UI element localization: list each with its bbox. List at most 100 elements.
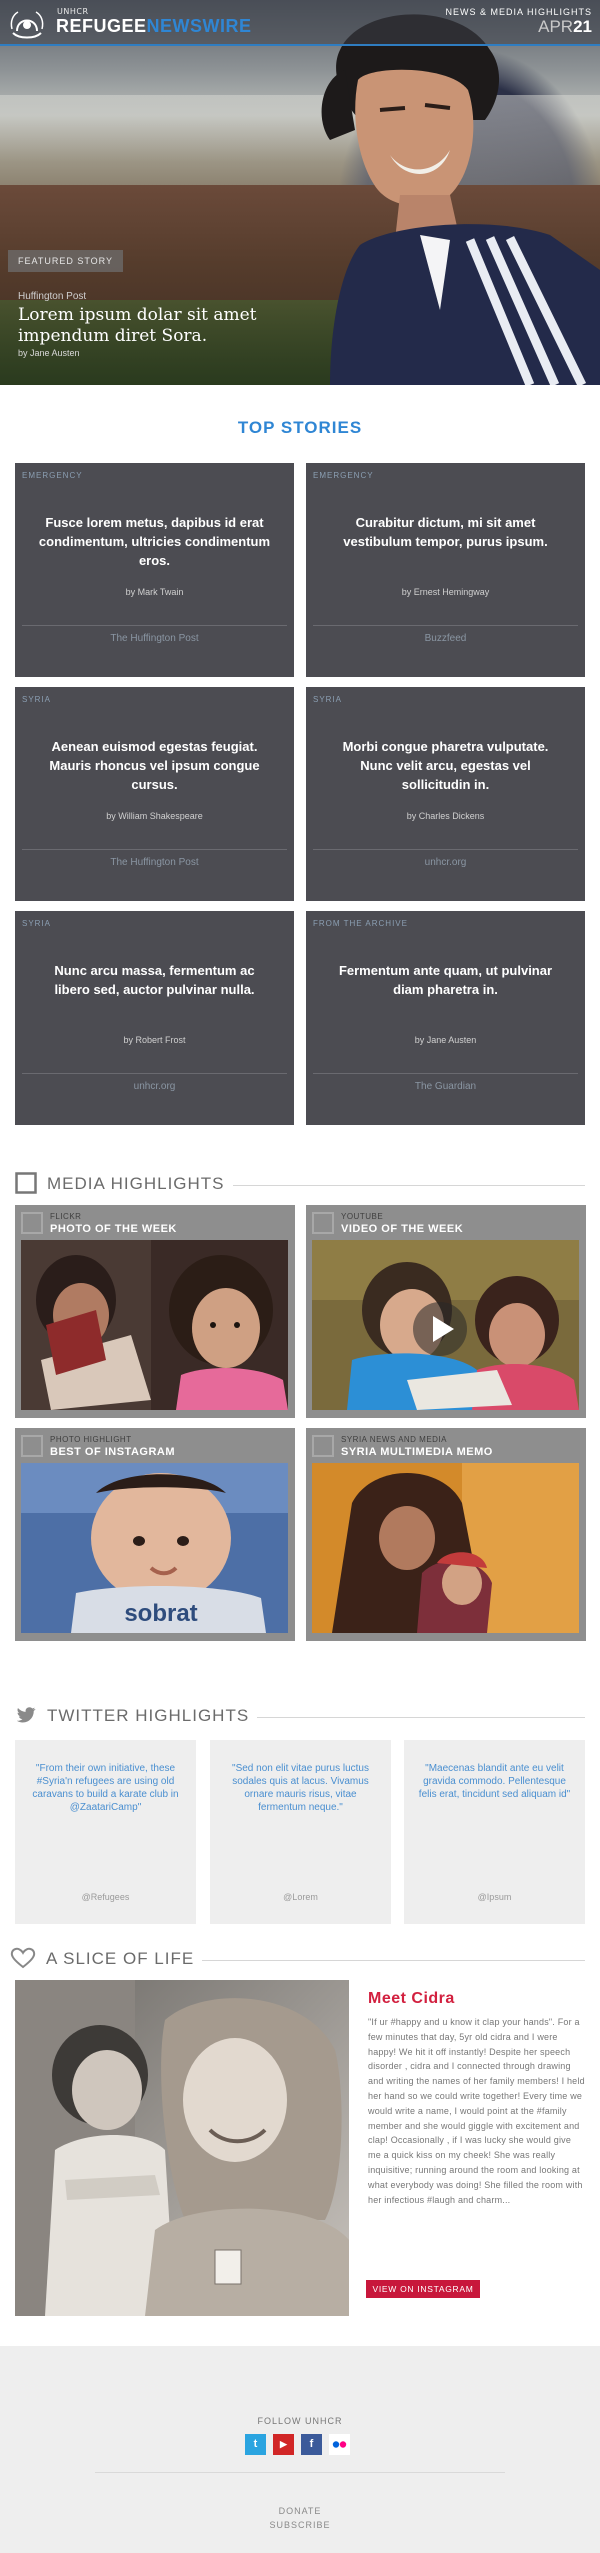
story-title[interactable]: Morbi congue pharetra vulputate. Nunc ve… [328,737,563,794]
media-card-photo-of-week[interactable]: FLICKR PHOTO OF THE WEEK [15,1205,295,1418]
divider [22,625,287,626]
media-square-icon [312,1435,334,1457]
twitter-bird-icon [16,1707,36,1723]
divider [22,1073,287,1074]
featured-title[interactable]: Lorem ipsum dolar sit amet impendum dire… [18,305,298,347]
photo-baby[interactable]: sobrat [21,1463,288,1633]
issue-date: APR21 [445,17,592,37]
story-byline: by Ernest Hemingway [401,587,490,597]
story-byline: by Jane Austen [414,1035,477,1045]
play-button-icon[interactable] [412,1301,468,1357]
story-card[interactable]: SYRIA Nunc arcu massa, fermentum ac libe… [15,911,294,1125]
divider [313,849,578,850]
story-source[interactable]: The Huffington Post [15,633,294,644]
view-on-instagram-button[interactable]: VIEW ON INSTAGRAM [366,2280,480,2298]
featured-story-badge: FEATURED STORY [8,250,124,272]
top-stories-heading: TOP STORIES [237,418,363,437]
story-title[interactable]: Aenean euismod egestas feugiat. Mauris r… [37,737,272,794]
story-card[interactable]: SYRIA Aenean euismod egestas feugiat. Ma… [15,687,294,901]
media-square-icon [312,1212,334,1234]
story-category: FROM THE ARCHIVE [313,919,408,928]
media-title[interactable]: PHOTO OF THE WEEK [50,1223,177,1235]
issue-day: 21 [573,17,592,36]
baby-shirt-text: sobrat [124,1600,197,1627]
youtube-icon[interactable]: ▶ [273,2434,294,2455]
media-highlights-title: MEDIA HIGHLIGHTS [47,1174,233,1194]
story-category: EMERGENCY [313,471,374,480]
footer: FOLLOW UNHCR t ▶ f DONATE SUBSCRIBE [0,2346,600,2553]
tweet-card[interactable]: "Maecenas blandit ante eu velit gravida … [404,1740,585,1924]
divider [313,1073,578,1074]
media-source: PHOTO HIGHLIGHT [50,1435,132,1444]
checkbox-square-icon [15,1172,37,1194]
divider [313,625,578,626]
slice-of-life-heading: A SLICE OF LIFE [10,1945,585,1971]
story-card[interactable]: EMERGENCY Fusce lorem metus, dapibus id … [15,463,294,677]
header-subtitle: NEWS & MEDIA HIGHLIGHTS [445,7,592,17]
media-square-icon [21,1212,43,1234]
header-bar: UNHCR REFUGEENEWSWIRE NEWS & MEDIA HIGHL… [0,0,600,46]
photo-children-reading[interactable] [21,1240,288,1410]
photo-mother-and-child[interactable] [312,1463,579,1633]
hero-banner[interactable]: UNHCR REFUGEENEWSWIRE NEWS & MEDIA HIGHL… [0,0,600,385]
story-card[interactable]: FROM THE ARCHIVE Fermentum ante quam, ut… [306,911,585,1125]
story-byline: by Mark Twain [125,587,184,597]
issue-month: APR [538,17,574,36]
media-square-icon [21,1435,43,1457]
tweet-text: "Sed non elit vitae purus luctus sodales… [232,1763,369,1813]
story-source[interactable]: The Guardian [306,1081,585,1092]
header-meta: NEWS & MEDIA HIGHLIGHTS APR21 [445,7,592,37]
story-source[interactable]: unhcr.org [306,857,585,868]
social-links: t ▶ f [245,2434,355,2456]
featured-source: Huffington Post [18,291,87,302]
media-highlights-heading: MEDIA HIGHLIGHTS [15,1170,585,1196]
subscribe-link[interactable]: SUBSCRIBE [0,2520,600,2530]
story-title[interactable]: Fusce lorem metus, dapibus id erat condi… [37,513,272,570]
tweet-handle[interactable]: @Refugees [15,1892,196,1902]
donate-link[interactable]: DONATE [0,2506,600,2516]
tweet-text: "From their own initiative, these #Syria… [32,1763,179,1813]
tweet-card[interactable]: "From their own initiative, these #Syria… [15,1740,196,1924]
media-source: YOUTUBE [341,1212,384,1221]
tweet-handle[interactable]: @Lorem [210,1892,391,1902]
story-byline: by William Shakespeare [106,811,203,821]
footer-divider [95,2472,505,2473]
heart-icon [10,1947,36,1969]
twitter-icon[interactable]: t [245,2434,266,2455]
story-card[interactable]: SYRIA Morbi congue pharetra vulputate. N… [306,687,585,901]
meet-body-text: "If ur #happy and u know it clap your ha… [368,2017,585,2205]
featured-author: by Jane Austen [18,348,80,358]
story-card[interactable]: EMERGENCY Curabitur dictum, mi sit amet … [306,463,585,677]
story-source[interactable]: The Huffington Post [15,857,294,868]
story-title[interactable]: Fermentum ante quam, ut pulvinar diam ph… [328,961,563,999]
story-category: EMERGENCY [22,471,83,480]
media-title[interactable]: VIDEO OF THE WEEK [341,1223,463,1235]
story-title[interactable]: Curabitur dictum, mi sit amet vestibulum… [328,513,563,551]
meet-title: Meet Cidra [368,1990,455,2007]
org-label: UNHCR [57,7,89,16]
tweet-card[interactable]: "Sed non elit vitae purus luctus sodales… [210,1740,391,1924]
media-card-video-of-week[interactable]: YOUTUBE VIDEO OF THE WEEK [306,1205,586,1418]
media-source: FLICKR [50,1212,82,1221]
story-title[interactable]: Nunc arcu massa, fermentum ac libero sed… [37,961,272,999]
story-source[interactable]: Buzzfeed [306,633,585,644]
twitter-highlights-title: TWITTER HIGHLIGHTS [47,1706,258,1726]
newsletter-logo[interactable]: REFUGEENEWSWIRE [56,16,252,37]
follow-label: FOLLOW UNHCR [257,2416,343,2426]
flickr-icon[interactable] [329,2434,350,2455]
unhcr-logo-icon[interactable] [9,7,45,41]
facebook-icon[interactable]: f [301,2434,322,2455]
media-card-best-of-instagram[interactable]: PHOTO HIGHLIGHT BEST OF INSTAGRAM sobrat [15,1428,295,1641]
flickr-dots-icon [332,2441,347,2448]
media-title[interactable]: BEST OF INSTAGRAM [50,1446,175,1458]
tweet-handle[interactable]: @Ipsum [404,1892,585,1902]
media-card-syria-multimedia-memo[interactable]: SYRIA NEWS AND MEDIA SYRIA MULTIMEDIA ME… [306,1428,586,1641]
story-category: SYRIA [22,919,52,928]
media-source: SYRIA NEWS AND MEDIA [341,1435,448,1444]
story-byline: by Robert Frost [123,1035,186,1045]
media-title[interactable]: SYRIA MULTIMEDIA MEMO [341,1446,493,1458]
twitter-highlights-heading: TWITTER HIGHLIGHTS [15,1702,585,1728]
photo-woman-and-girl[interactable] [15,1980,349,2316]
logo-text-newswire: NEWSWIRE [146,16,252,36]
story-source[interactable]: unhcr.org [15,1081,294,1092]
